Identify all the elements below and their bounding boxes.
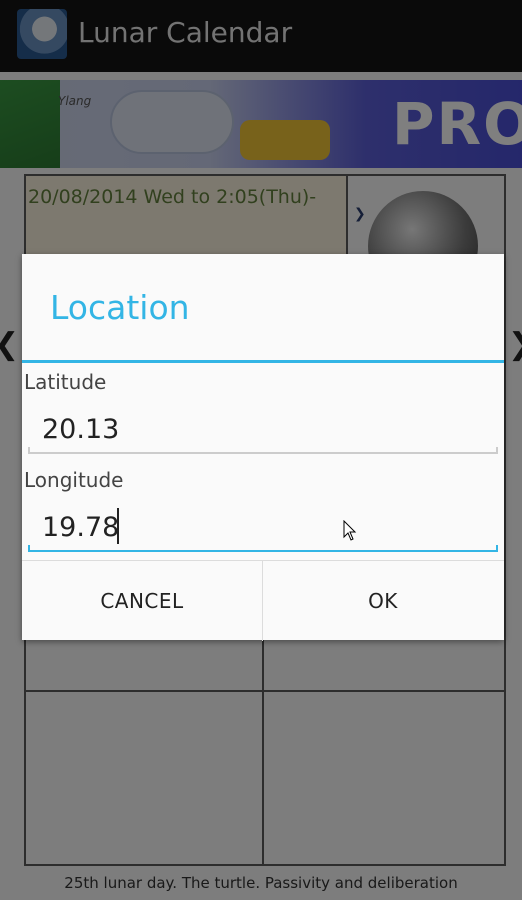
longitude-underline: [28, 545, 498, 552]
dialog-button-bar: CANCEL OK: [22, 560, 504, 641]
longitude-input[interactable]: [30, 503, 496, 551]
location-dialog: Location Latitude Longitude CANCEL OK: [22, 254, 504, 641]
longitude-label: Longitude: [24, 468, 124, 492]
latitude-underline: [28, 447, 498, 454]
latitude-label: Latitude: [24, 370, 107, 394]
dialog-title: Location: [50, 288, 190, 327]
text-caret: [117, 508, 119, 544]
ok-button[interactable]: OK: [263, 561, 503, 641]
latitude-input[interactable]: [30, 405, 496, 453]
dialog-title-divider: [22, 360, 504, 363]
mouse-cursor-icon: [343, 520, 357, 541]
cancel-button[interactable]: CANCEL: [22, 561, 263, 641]
